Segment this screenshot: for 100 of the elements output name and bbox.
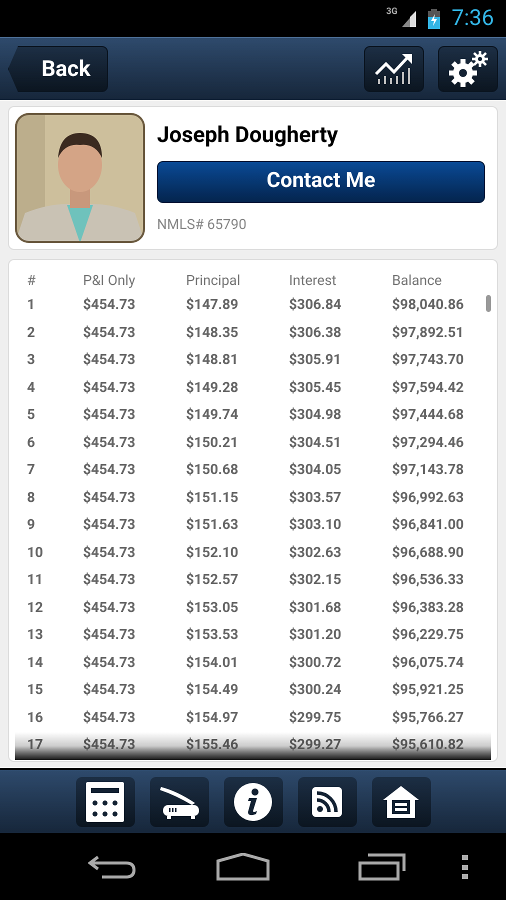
table-cell-text: 2 <box>27 324 36 343</box>
table-cell-text: 5 <box>27 406 36 426</box>
table-cell-text: $454.73 <box>83 461 136 480</box>
table-cell-text: $149.74 <box>186 406 238 426</box>
table-cell-text: $454.73 <box>83 378 136 398</box>
calculator-button[interactable] <box>76 776 134 826</box>
table-cell-text: $95,766.27 <box>392 708 464 728</box>
table-cell-text: $96,229.75 <box>392 626 464 646</box>
table-cell-text: 9 <box>27 516 36 536</box>
table-cell-text: $454.73 <box>83 571 136 590</box>
table-cell-text: $303.10 <box>289 516 342 536</box>
table-cell-text: $304.05 <box>289 461 342 480</box>
column-header: Principal <box>186 272 240 290</box>
table-cell-text: $153.05 <box>186 598 238 618</box>
table-cell-text: $97,294.46 <box>392 434 464 453</box>
table-cell-text: $95,921.25 <box>392 681 464 700</box>
table-cell-text: $97,743.70 <box>392 351 464 370</box>
table-cell-text: $306.84 <box>289 296 342 316</box>
info-button[interactable] <box>224 776 282 826</box>
house-icon <box>381 784 421 820</box>
table-cell-text: $305.91 <box>289 351 342 370</box>
table-cell-text: 1 <box>27 296 36 316</box>
column-header: Interest <box>289 272 336 290</box>
table-cell-text: 16 <box>27 708 44 728</box>
table-cell-text: $153.53 <box>186 626 238 646</box>
battery-icon <box>428 8 440 28</box>
table-cell-text: $454.73 <box>83 488 136 508</box>
table-cell-text: $96,992.63 <box>392 488 464 508</box>
table-cell-text: $454.73 <box>83 654 136 673</box>
table-cell-text: $303.57 <box>289 488 342 508</box>
rss-button[interactable] <box>298 776 356 826</box>
table-cell-text: $454.73 <box>83 708 136 728</box>
table-cell-text: $97,143.78 <box>392 461 464 480</box>
table-cell-text: 14 <box>27 654 44 673</box>
scanner-button[interactable] <box>150 776 208 826</box>
table-cell-text: $454.73 <box>83 296 136 316</box>
table-cell-text: $300.72 <box>289 654 342 673</box>
table-cell-text: $152.10 <box>186 544 238 563</box>
overflow-menu-icon[interactable] <box>462 854 468 878</box>
network-label: 3G <box>386 6 398 19</box>
table-cell-text: $304.51 <box>289 434 342 453</box>
table-cell-text: 12 <box>27 598 44 618</box>
table-cell-text: 10 <box>27 544 44 563</box>
scrollbar <box>486 295 491 312</box>
table-cell-text: $96,536.33 <box>392 571 464 590</box>
table-cell-text: $151.15 <box>186 488 238 508</box>
column-header: Balance <box>392 272 442 290</box>
table-cell-text: $96,688.90 <box>392 544 464 563</box>
table-cell-text: 8 <box>27 488 36 508</box>
settings-icon <box>448 51 488 87</box>
table-cell-text: $149.28 <box>186 378 238 398</box>
nmls-number: NMLS# 65790 <box>157 216 248 235</box>
contact-button[interactable]: Contact Me <box>157 161 485 203</box>
table-cell-text: $454.73 <box>83 324 136 343</box>
table-cell-text: $299.27 <box>289 736 342 756</box>
table-cell-text: $97,594.42 <box>392 378 464 398</box>
recent-apps-icon[interactable] <box>358 852 406 880</box>
table-cell-text: $304.98 <box>289 406 342 426</box>
table-cell-text: $300.24 <box>289 681 342 700</box>
equal-housing-button[interactable] <box>372 776 430 826</box>
table-cell-text: 3 <box>27 351 36 370</box>
table-cell-text: $97,892.51 <box>392 324 464 343</box>
rss-icon <box>312 786 342 816</box>
table-cell-text: $151.63 <box>186 516 238 536</box>
table-cell-text: 15 <box>27 681 44 700</box>
table-cell-text: $301.68 <box>289 598 342 618</box>
table-cell-text: 6 <box>27 434 36 453</box>
table-cell-text: $155.46 <box>186 736 238 756</box>
table-cell-text: $97,444.68 <box>392 406 464 426</box>
settings-button[interactable] <box>438 46 498 92</box>
table-cell-text: 11 <box>27 571 44 590</box>
signal-icon <box>402 10 416 26</box>
column-header: # <box>27 272 36 290</box>
table-cell-text: $454.73 <box>83 626 136 646</box>
table-cell-text: $154.01 <box>186 654 238 673</box>
table-cell-text: $147.89 <box>186 296 238 316</box>
table-cell-text: $299.75 <box>289 708 342 728</box>
table-cell-text: $154.49 <box>186 681 238 700</box>
calculator-icon <box>86 782 124 822</box>
table-cell-text: $306.38 <box>289 324 342 343</box>
back-button[interactable]: Back <box>8 46 108 92</box>
table-cell-text: $454.73 <box>83 516 136 536</box>
table-cell-text: $154.97 <box>186 708 238 728</box>
column-header: P&I Only <box>83 272 136 290</box>
clock: 7:36 <box>452 5 494 33</box>
table-cell-text: $305.45 <box>289 378 342 398</box>
table-cell-text: 13 <box>27 626 44 646</box>
table-cell-text: 7 <box>27 461 36 480</box>
table-cell-text: $95,610.82 <box>392 736 464 756</box>
table-cell-text: $98,040.86 <box>392 296 464 316</box>
table-cell-text: $148.81 <box>186 351 238 370</box>
table-cell-text: $454.73 <box>83 736 136 756</box>
home-icon[interactable] <box>216 852 270 880</box>
table-cell-text: $302.63 <box>289 544 342 563</box>
table-cell-text: $148.35 <box>186 324 238 343</box>
chart-button[interactable] <box>364 46 424 92</box>
table-cell-text: $150.68 <box>186 461 238 480</box>
table-cell-text: $152.57 <box>186 571 238 590</box>
scanner-icon <box>157 784 201 818</box>
table-cell-text: $96,075.74 <box>392 654 464 673</box>
